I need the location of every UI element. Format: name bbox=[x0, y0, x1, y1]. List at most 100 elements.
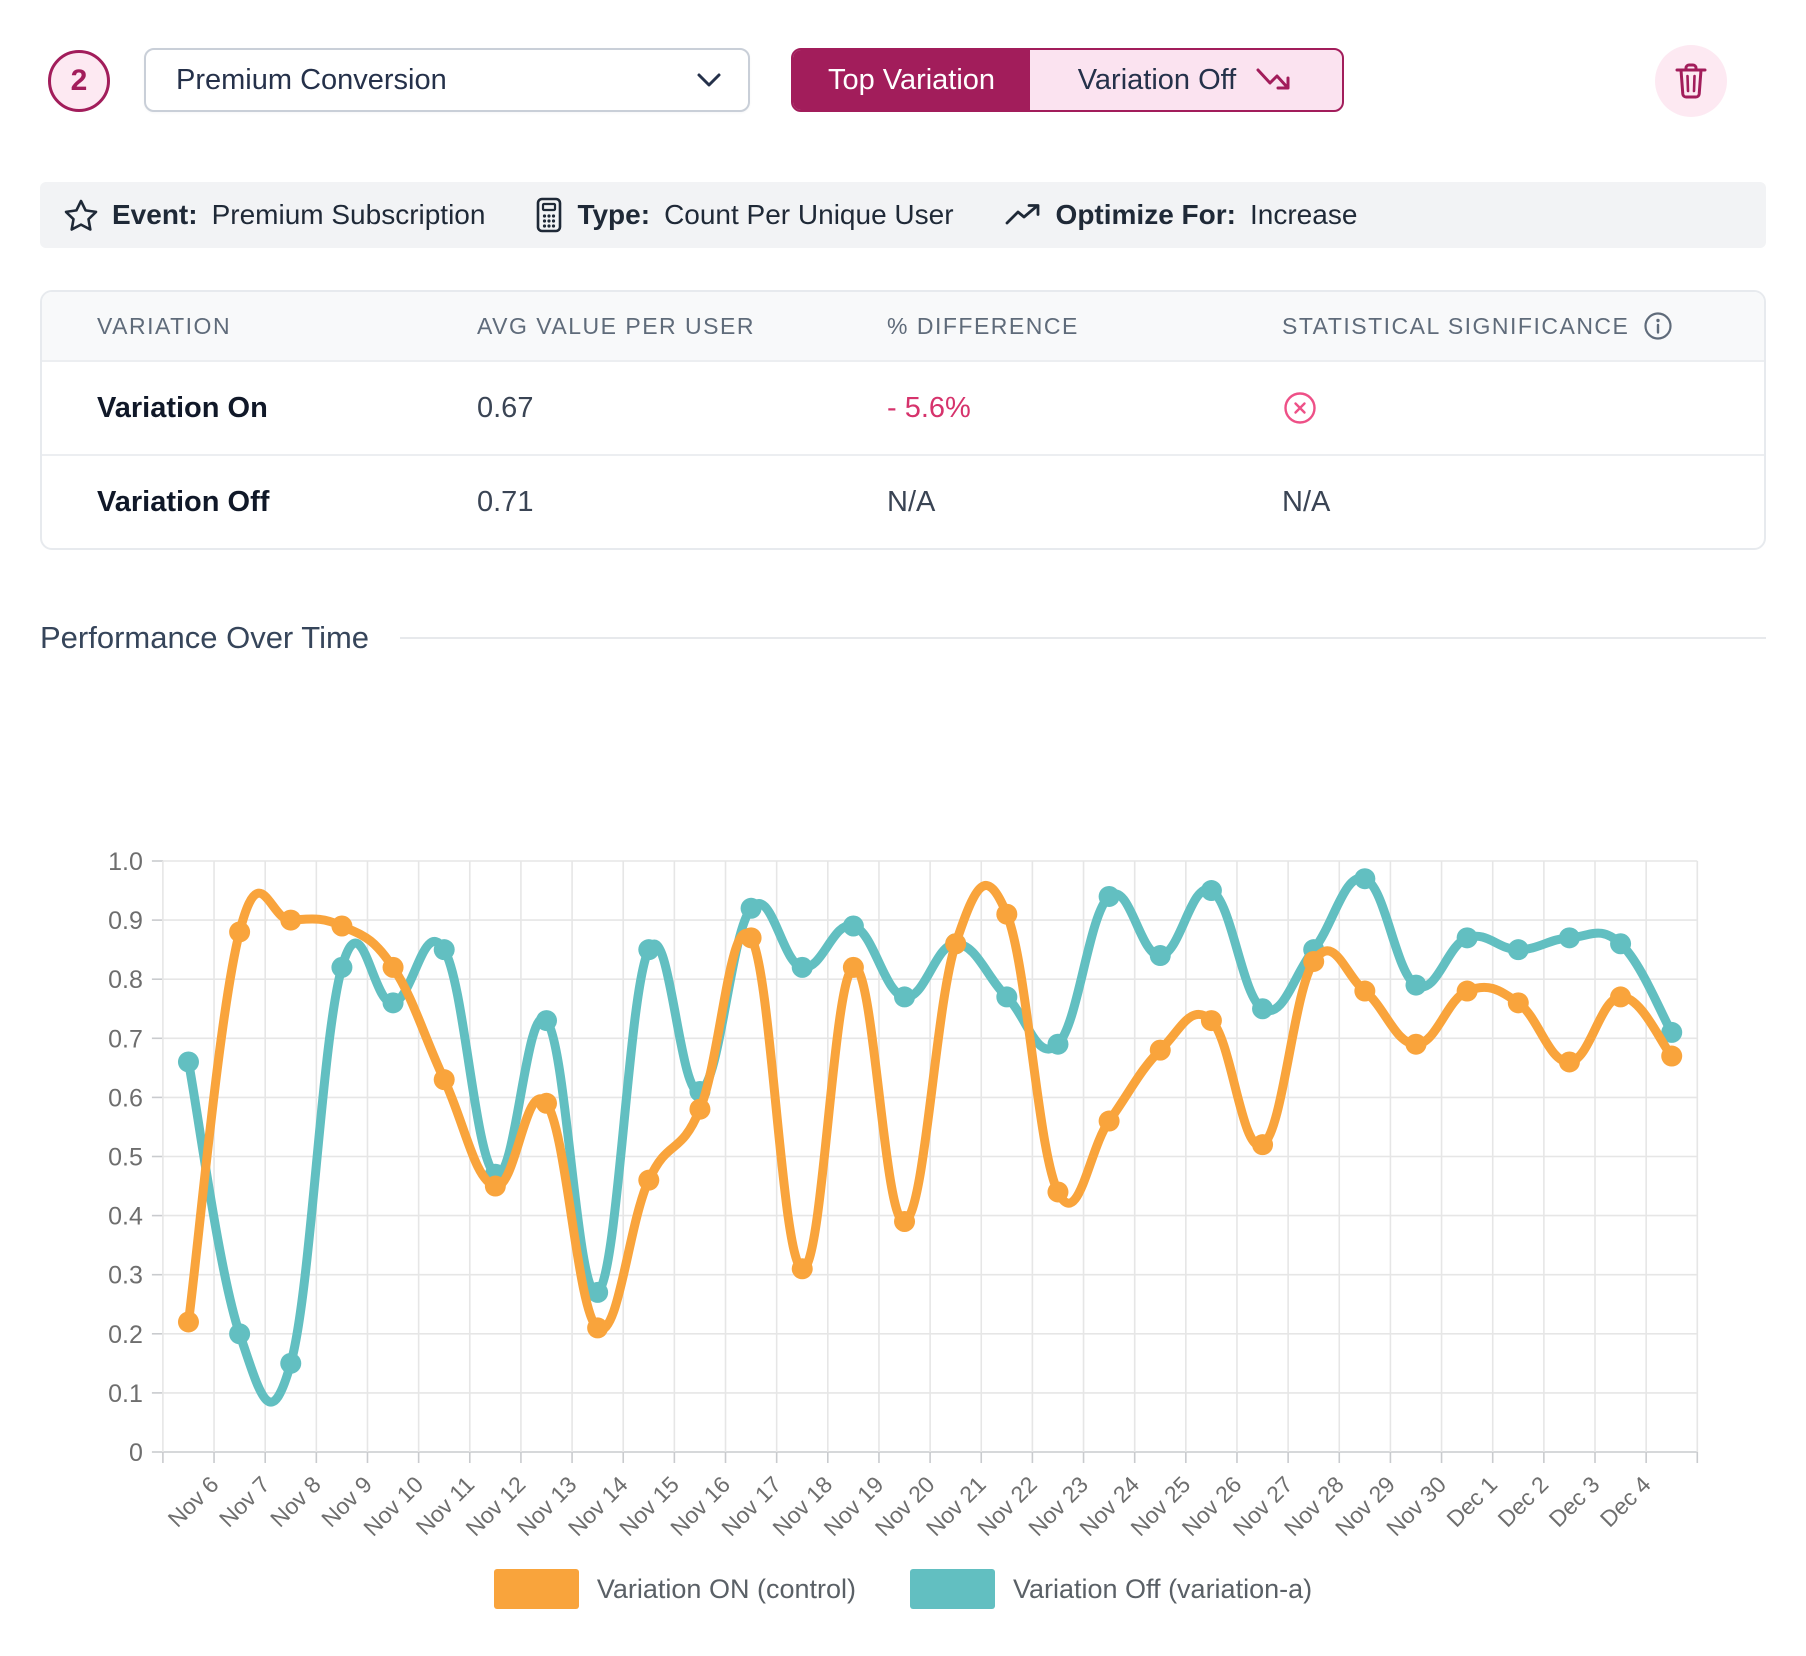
data-point[interactable] bbox=[1201, 1010, 1222, 1031]
svg-text:0.5: 0.5 bbox=[108, 1144, 143, 1172]
row-variation-name: Variation On bbox=[42, 392, 422, 425]
data-point[interactable] bbox=[843, 916, 864, 937]
data-point[interactable] bbox=[894, 986, 915, 1007]
data-point[interactable] bbox=[280, 910, 301, 931]
data-point[interactable] bbox=[1354, 981, 1375, 1002]
data-point[interactable] bbox=[383, 992, 404, 1013]
data-point[interactable] bbox=[331, 916, 352, 937]
data-point[interactable] bbox=[1508, 992, 1529, 1013]
row-avg-value: 0.67 bbox=[422, 392, 832, 425]
data-point[interactable] bbox=[178, 1311, 199, 1332]
table-row: Variation Off 0.71 N/A N/A bbox=[42, 454, 1764, 548]
svg-text:0.4: 0.4 bbox=[108, 1203, 143, 1231]
svg-text:0.3: 0.3 bbox=[108, 1262, 143, 1290]
row-difference: - 5.6% bbox=[832, 392, 1227, 425]
data-point[interactable] bbox=[1354, 868, 1375, 889]
data-point[interactable] bbox=[1610, 933, 1631, 954]
optimize-label: Optimize For: bbox=[1056, 199, 1236, 231]
data-point[interactable] bbox=[792, 1258, 813, 1279]
section-divider bbox=[400, 637, 1766, 639]
data-point[interactable] bbox=[434, 939, 455, 960]
svg-text:Nov 6: Nov 6 bbox=[163, 1471, 224, 1532]
variation-toggle: Top Variation Variation Off bbox=[791, 48, 1344, 112]
optimize-value: Increase bbox=[1250, 199, 1357, 231]
data-point[interactable] bbox=[638, 939, 659, 960]
data-point[interactable] bbox=[1405, 975, 1426, 996]
variation-off-label: Variation Off bbox=[1078, 64, 1237, 97]
svg-text:0: 0 bbox=[129, 1439, 143, 1467]
row-significance bbox=[1227, 390, 1764, 426]
data-point[interactable] bbox=[331, 957, 352, 978]
row-difference: N/A bbox=[832, 486, 1227, 519]
data-point[interactable] bbox=[1405, 1034, 1426, 1055]
data-point[interactable] bbox=[383, 957, 404, 978]
data-point[interactable] bbox=[178, 1051, 199, 1072]
data-point[interactable] bbox=[843, 957, 864, 978]
col-difference: % DIFFERENCE bbox=[832, 313, 1227, 340]
data-point[interactable] bbox=[741, 898, 762, 919]
type-value: Count Per Unique User bbox=[664, 199, 953, 231]
legend-item-variation-off[interactable]: Variation Off (variation-a) bbox=[910, 1569, 1312, 1609]
data-point[interactable] bbox=[1047, 1034, 1068, 1055]
data-point[interactable] bbox=[1508, 939, 1529, 960]
data-point[interactable] bbox=[792, 957, 813, 978]
data-point[interactable] bbox=[1559, 927, 1580, 948]
data-point[interactable] bbox=[1303, 951, 1324, 972]
svg-text:Nov 8: Nov 8 bbox=[265, 1471, 326, 1532]
legend-item-variation-on[interactable]: Variation ON (control) bbox=[494, 1569, 856, 1609]
data-point[interactable] bbox=[536, 1093, 557, 1114]
data-point[interactable] bbox=[280, 1353, 301, 1374]
type-label: Type: bbox=[577, 199, 650, 231]
svg-text:0.2: 0.2 bbox=[108, 1321, 143, 1349]
chart-legend: Variation ON (control) Variation Off (va… bbox=[0, 1569, 1806, 1609]
data-point[interactable] bbox=[1047, 1181, 1068, 1202]
star-icon bbox=[64, 199, 98, 232]
data-point[interactable] bbox=[1457, 981, 1478, 1002]
metric-select-value: Premium Conversion bbox=[176, 64, 447, 97]
col-significance: STATISTICAL SIGNIFICANCE bbox=[1227, 311, 1764, 341]
delete-metric-button[interactable] bbox=[1655, 45, 1727, 117]
metric-select[interactable]: Premium Conversion bbox=[144, 48, 750, 112]
data-point[interactable] bbox=[1201, 880, 1222, 901]
data-point[interactable] bbox=[689, 1099, 710, 1120]
data-point[interactable] bbox=[536, 1010, 557, 1031]
variation-off-button[interactable]: Variation Off bbox=[1030, 50, 1342, 110]
data-point[interactable] bbox=[945, 933, 966, 954]
data-point[interactable] bbox=[996, 986, 1017, 1007]
data-point[interactable] bbox=[1150, 945, 1171, 966]
row-avg-value: 0.71 bbox=[422, 486, 832, 519]
performance-over-time-chart[interactable]: 00.10.20.30.40.50.60.70.80.91.0Nov 6Nov … bbox=[0, 740, 1806, 1656]
trash-icon bbox=[1673, 61, 1709, 101]
data-point[interactable] bbox=[996, 904, 1017, 925]
data-point[interactable] bbox=[1610, 986, 1631, 1007]
data-point[interactable] bbox=[1099, 886, 1120, 907]
svg-text:0.8: 0.8 bbox=[108, 966, 143, 994]
info-icon[interactable] bbox=[1643, 311, 1673, 341]
data-point[interactable] bbox=[638, 1170, 659, 1191]
data-point[interactable] bbox=[485, 1176, 506, 1197]
data-point[interactable] bbox=[1457, 927, 1478, 948]
data-point[interactable] bbox=[894, 1211, 915, 1232]
data-point[interactable] bbox=[229, 1323, 250, 1344]
metric-summary-bar: Event: Premium Subscription Type: Count … bbox=[40, 182, 1766, 248]
data-point[interactable] bbox=[1661, 1046, 1682, 1067]
legend-swatch-orange bbox=[494, 1569, 579, 1609]
data-point[interactable] bbox=[1099, 1111, 1120, 1132]
data-point[interactable] bbox=[1252, 1134, 1273, 1155]
data-point[interactable] bbox=[434, 1069, 455, 1090]
table-row: Variation On 0.67 - 5.6% bbox=[42, 360, 1764, 454]
data-point[interactable] bbox=[1559, 1051, 1580, 1072]
svg-text:Dec 4: Dec 4 bbox=[1595, 1471, 1656, 1532]
data-point[interactable] bbox=[1150, 1040, 1171, 1061]
row-variation-name: Variation Off bbox=[42, 486, 422, 519]
data-point[interactable] bbox=[587, 1317, 608, 1338]
data-point[interactable] bbox=[229, 921, 250, 942]
data-point[interactable] bbox=[1252, 998, 1273, 1019]
svg-text:0.6: 0.6 bbox=[108, 1084, 143, 1112]
data-point[interactable] bbox=[741, 927, 762, 948]
calculator-icon bbox=[535, 197, 563, 233]
svg-text:0.9: 0.9 bbox=[108, 907, 143, 935]
results-table: VARIATION AVG VALUE PER USER % DIFFERENC… bbox=[40, 290, 1766, 550]
event-value: Premium Subscription bbox=[212, 199, 486, 231]
top-variation-button[interactable]: Top Variation bbox=[793, 50, 1030, 110]
